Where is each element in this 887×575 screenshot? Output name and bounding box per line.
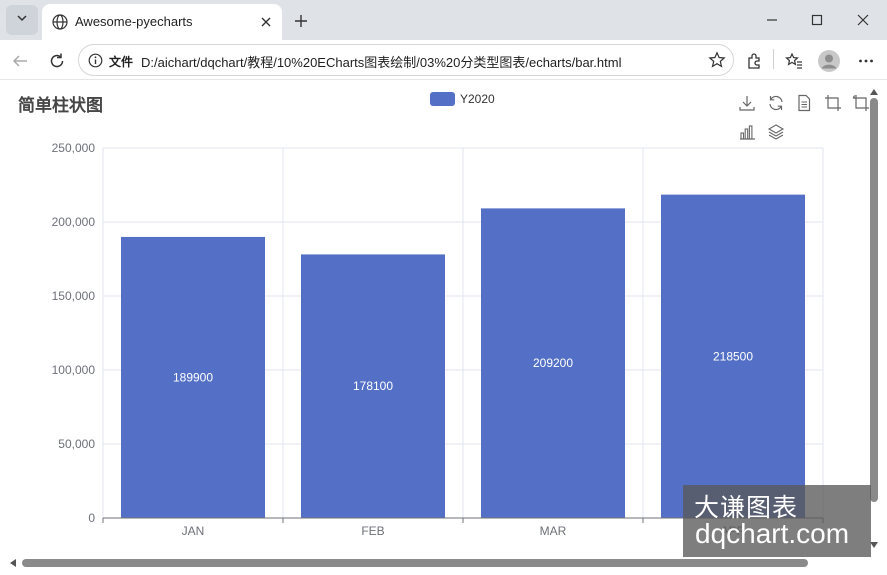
- data-view-icon[interactable]: [794, 93, 814, 113]
- y-tick-label: 100,000: [52, 363, 96, 377]
- chevron-down-icon: [15, 11, 29, 30]
- address-bar-row: 文件 D:/aichart/dqchart/教程/10%20ECharts图表绘…: [0, 40, 887, 80]
- avatar[interactable]: [817, 49, 841, 73]
- scroll-left-arrow-icon[interactable]: [8, 558, 18, 568]
- close-window-icon[interactable]: [851, 8, 875, 32]
- stack-icon[interactable]: [766, 122, 786, 142]
- y-tick-label: 250,000: [52, 141, 96, 155]
- y-tick-label: 50,000: [58, 437, 95, 451]
- reload-icon[interactable]: [45, 49, 69, 73]
- download-icon[interactable]: [737, 93, 757, 113]
- zoom-icon[interactable]: [823, 93, 843, 113]
- horizontal-scrollbar-thumb[interactable]: [22, 559, 808, 567]
- chart-title: 简单柱状图: [18, 96, 103, 115]
- maximize-icon[interactable]: [805, 8, 829, 32]
- file-scheme-label: 文件: [109, 55, 134, 69]
- tab-bar: Awesome-pyecharts: [0, 0, 887, 40]
- legend-item[interactable]: Y2020: [430, 92, 495, 106]
- omnibox[interactable]: 文件 D:/aichart/dqchart/教程/10%20ECharts图表绘…: [78, 44, 734, 76]
- watermark: 大谦图表 dqchart.com: [683, 485, 871, 557]
- scroll-up-arrow-icon[interactable]: [869, 87, 879, 97]
- bar-chart-icon[interactable]: [737, 122, 757, 142]
- url-text[interactable]: D:/aichart/dqchart/教程/10%20ECharts图表绘制/0…: [141, 52, 621, 71]
- extensions-icon[interactable]: [742, 49, 766, 73]
- y-tick-label: 0: [88, 511, 95, 525]
- minimize-icon[interactable]: [760, 8, 784, 32]
- plus-icon[interactable]: [290, 10, 312, 32]
- bar-value-label: 178100: [353, 379, 393, 393]
- toolbar-separator: [773, 49, 774, 69]
- bar-value-label: 218500: [713, 349, 753, 363]
- x-tick-label: JAN: [182, 524, 205, 538]
- back-arrow-icon[interactable]: [8, 49, 32, 73]
- star-icon[interactable]: [708, 51, 726, 74]
- favorites-icon[interactable]: [782, 49, 806, 73]
- tab-search-button[interactable]: [6, 5, 38, 35]
- watermark-text-url: dqchart.com: [695, 518, 850, 549]
- legend-swatch: [430, 92, 455, 106]
- y-tick-label: 200,000: [52, 215, 96, 229]
- x-tick-label: MAR: [540, 524, 567, 538]
- tab-title: Awesome-pyecharts: [75, 14, 193, 29]
- bar-value-label: 189900: [173, 370, 213, 384]
- browser-tab[interactable]: Awesome-pyecharts: [42, 4, 282, 40]
- bar-value-label: 209200: [533, 356, 573, 370]
- y-axis-labels: 0 50,000 100,000 150,000 200,000 250,000: [52, 141, 96, 525]
- globe-icon: [51, 13, 69, 36]
- x-tick-label: FEB: [361, 524, 384, 538]
- refresh-icon[interactable]: [766, 93, 786, 113]
- y-tick-label: 150,000: [52, 289, 96, 303]
- close-icon[interactable]: [256, 12, 276, 32]
- more-menu-icon[interactable]: [854, 49, 878, 73]
- vertical-scrollbar-thumb[interactable]: [870, 98, 878, 502]
- legend-label: Y2020: [460, 92, 495, 106]
- info-icon[interactable]: [88, 53, 103, 73]
